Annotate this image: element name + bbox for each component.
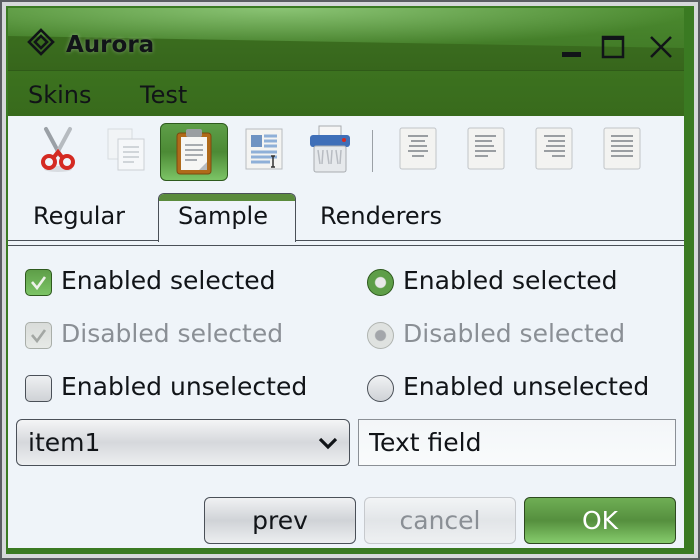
check-icon: [31, 276, 47, 291]
align-justify-icon: [603, 127, 641, 170]
shredder-icon: [310, 125, 350, 173]
menu-bar: Skins Test: [8, 70, 684, 117]
paste-button[interactable]: [160, 123, 228, 181]
chevron-down-icon: [318, 437, 338, 450]
checkbox-label: Disabled selected: [61, 319, 284, 348]
align-right-button[interactable]: [530, 124, 578, 174]
tab-bar: Regular Sample Renderers: [8, 188, 684, 244]
prev-button[interactable]: prev: [204, 497, 356, 544]
align-left-button[interactable]: [462, 124, 510, 174]
checkbox-enabled-unselected[interactable]: [25, 375, 52, 402]
text-field-container: [358, 419, 676, 466]
tab-sample[interactable]: Sample: [178, 202, 268, 230]
menu-test[interactable]: Test: [140, 81, 187, 109]
radio-label: Disabled selected: [403, 319, 626, 348]
align-left-icon: [467, 127, 505, 170]
radio-enabled-selected[interactable]: [367, 269, 394, 296]
clipboard-icon: [176, 129, 212, 175]
tab-regular[interactable]: Regular: [33, 202, 125, 230]
align-center-icon: [399, 127, 437, 170]
radio-enabled-unselected[interactable]: [367, 375, 394, 402]
tab-content-border: [8, 245, 684, 246]
tab-baseline-left: [8, 240, 158, 241]
combo-selected-value: item1: [28, 428, 101, 457]
copy-icon: [107, 128, 145, 171]
check-icon: [31, 329, 47, 344]
close-icon[interactable]: [646, 32, 676, 62]
aurora-diamond-icon: [27, 28, 55, 56]
radio-label: Enabled selected: [403, 266, 618, 295]
tab-sample-accent: [159, 194, 295, 201]
cut-button[interactable]: [34, 124, 82, 174]
radio-label: Enabled unselected: [403, 372, 650, 401]
title-bar[interactable]: Aurora: [8, 8, 684, 70]
text-field[interactable]: [369, 428, 664, 457]
align-center-button[interactable]: [394, 124, 442, 174]
align-right-icon: [535, 127, 573, 170]
scissors-icon: [41, 127, 75, 172]
menu-skins[interactable]: Skins: [28, 81, 92, 109]
toolbar-separator: [372, 130, 373, 172]
checkbox-label: Enabled unselected: [61, 372, 308, 401]
item-combo-box[interactable]: item1: [16, 419, 350, 466]
copy-button[interactable]: [102, 124, 150, 174]
select-all-button[interactable]: [240, 124, 288, 174]
window-title: Aurora: [66, 32, 155, 58]
radio-disabled-selected: [367, 322, 394, 349]
checkbox-enabled-selected[interactable]: [25, 269, 52, 296]
align-justify-button[interactable]: [598, 124, 646, 174]
checkbox-disabled-selected: [25, 322, 52, 349]
text-select-icon: [245, 128, 283, 170]
maximize-icon[interactable]: [598, 32, 628, 62]
tab-renderers[interactable]: Renderers: [320, 202, 442, 230]
content-panel: Regular Sample Renderers Enabled selecte…: [8, 116, 684, 548]
delete-button[interactable]: [306, 124, 354, 174]
ok-button[interactable]: OK: [524, 497, 676, 544]
minimize-icon[interactable]: [556, 32, 586, 62]
checkbox-label: Enabled selected: [61, 266, 276, 295]
cancel-button: cancel: [364, 497, 516, 544]
tab-baseline-right: [295, 240, 684, 241]
